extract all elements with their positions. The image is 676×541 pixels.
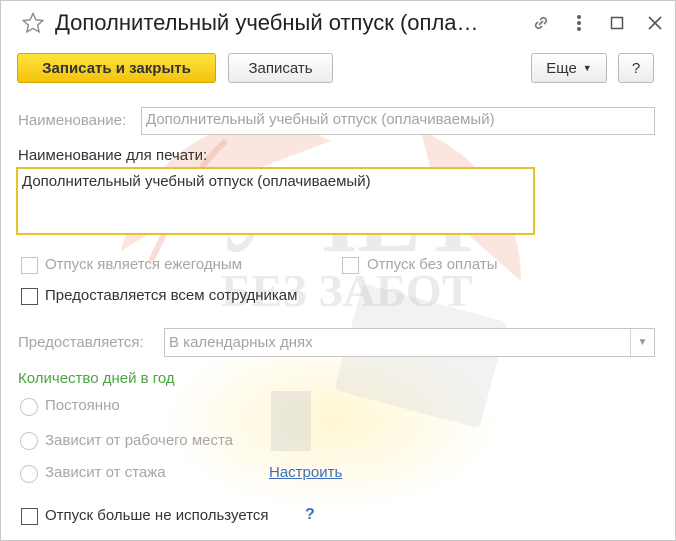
star-icon[interactable] [21,11,45,35]
annual-checkbox[interactable] [21,257,38,274]
not-used-checkbox[interactable] [21,508,38,525]
more-button[interactable]: Еще ▼ [531,53,607,83]
provided-select-value: В календарных днях [169,334,313,351]
more-button-label: Еще [546,59,577,77]
close-icon[interactable] [643,11,667,35]
radio-workplace[interactable] [20,432,38,450]
window-title: Дополнительный учебный отпуск (опла… [55,10,479,35]
form-window: УЧЕТ БЕЗ ЗАБОТ Дополнительный учебный от… [0,0,676,541]
save-and-close-button[interactable]: Записать и закрыть [17,53,216,83]
chevron-down-icon: ▼ [582,63,592,73]
unpaid-checkbox[interactable] [342,257,359,274]
print-name-label: Наименование для печати: [18,147,208,164]
chevron-down-icon[interactable]: ▼ [630,329,654,356]
radio-constant-label: Постоянно [45,397,120,414]
not-used-label: Отпуск больше не используется [45,507,269,524]
not-used-help-icon[interactable]: ? [305,506,315,524]
maximize-icon[interactable] [605,11,629,35]
name-label: Наименование: [18,112,127,129]
radio-seniority-label: Зависит от стажа [45,464,166,481]
radio-seniority[interactable] [20,465,38,483]
all-employees-checkbox[interactable] [21,288,38,305]
print-name-field[interactable]: Дополнительный учебный отпуск (оплачивае… [16,167,535,235]
radio-constant[interactable] [20,398,38,416]
title-bar: Дополнительный учебный отпуск (опла… [1,1,675,47]
link-icon[interactable] [529,11,553,35]
unpaid-label: Отпуск без оплаты [367,256,498,273]
configure-link[interactable]: Настроить [269,464,342,481]
more-vertical-icon[interactable] [567,11,591,35]
save-button[interactable]: Записать [228,53,333,83]
provided-label: Предоставляется: [18,334,144,351]
help-button[interactable]: ? [618,53,654,83]
annual-label: Отпуск является ежегодным [45,256,243,273]
radio-workplace-label: Зависит от рабочего места [45,432,234,449]
provided-select[interactable]: В календарных днях [164,328,655,357]
all-employees-label: Предоставляется всем сотрудникам [45,287,298,304]
days-section-title: Количество дней в год [18,370,175,387]
name-field[interactable]: Дополнительный учебный отпуск (оплачивае… [141,107,655,135]
